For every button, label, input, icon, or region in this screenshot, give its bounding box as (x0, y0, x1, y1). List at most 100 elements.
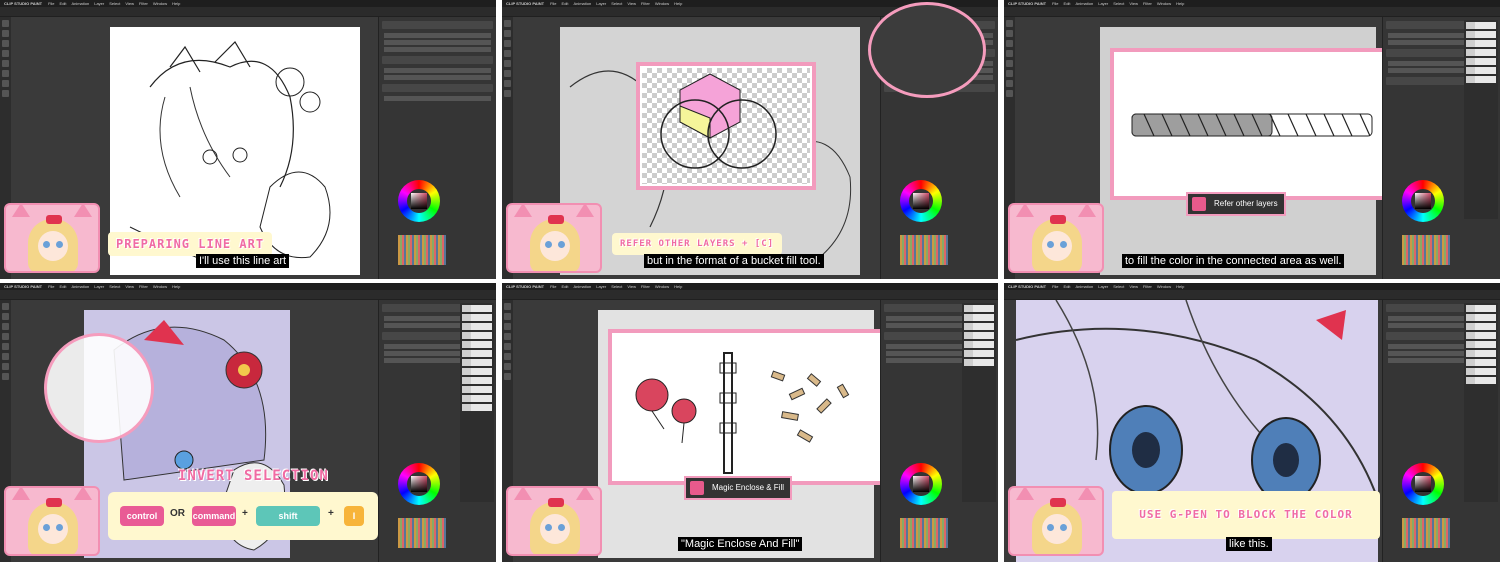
control-key: control (120, 506, 164, 526)
color-set-swatches[interactable] (1402, 235, 1450, 265)
menu-item-select[interactable]: Select (1113, 1, 1124, 6)
menu-item-file[interactable]: File (1052, 1, 1058, 6)
menu-item-animation[interactable]: Animation (1075, 284, 1093, 289)
menu-item-select[interactable]: Select (1113, 284, 1124, 289)
menu-bar[interactable]: CLIP STUDIO PAINT File Edit Animation Layer S… (0, 283, 496, 290)
menu-item-filter[interactable]: Filter (139, 284, 148, 289)
command-bar[interactable] (502, 290, 998, 300)
menu-item-file[interactable]: File (48, 284, 54, 289)
panel-gpen-block-color: CLIP STUDIO PAINT File Edit Animation Layer S… (1004, 283, 1500, 562)
menu-item-window[interactable]: Window (153, 284, 167, 289)
menu-item-filter[interactable]: Filter (139, 1, 148, 6)
menu-item-edit[interactable]: Edit (60, 284, 67, 289)
menu-item-edit[interactable]: Edit (562, 1, 569, 6)
menu-item-view[interactable]: View (1129, 1, 1138, 6)
layer-list[interactable] (1464, 303, 1498, 502)
menu-item-edit[interactable]: Edit (1064, 1, 1071, 6)
menu-item-window[interactable]: Window (655, 284, 669, 289)
menu-item-animation[interactable]: Animation (1075, 1, 1093, 6)
menu-bar[interactable]: CLIP STUDIO PAINT File Edit Animation Layer S… (0, 0, 496, 7)
menu-item-view[interactable]: View (125, 284, 134, 289)
step-banner: INVERT SELECTION (178, 468, 329, 484)
streamer-avatar (506, 203, 602, 273)
menu-item-layer[interactable]: Layer (1098, 284, 1108, 289)
subtitle: like this. (1226, 537, 1272, 551)
menu-item-help[interactable]: Help (172, 284, 180, 289)
menu-item-select[interactable]: Select (109, 284, 120, 289)
menu-item-select[interactable]: Select (611, 284, 622, 289)
color-wheel[interactable] (900, 180, 942, 222)
menu-item-layer[interactable]: Layer (1098, 1, 1108, 6)
color-wheel[interactable] (1402, 180, 1444, 222)
menu-item-select[interactable]: Select (611, 1, 622, 6)
rope-diagram (1131, 113, 1373, 137)
menu-item-help[interactable]: Help (1176, 284, 1184, 289)
menu-item-edit[interactable]: Edit (60, 1, 67, 6)
menu-item-edit[interactable]: Edit (562, 284, 569, 289)
app-name: CLIP STUDIO PAINT (4, 1, 43, 6)
menu-item-animation[interactable]: Animation (573, 284, 591, 289)
subtitle: to fill the color in the connected area … (1122, 254, 1345, 268)
color-set-swatches[interactable] (398, 235, 446, 265)
panel-magic-enclose: CLIP STUDIO PAINT File Edit Animation Layer S… (502, 283, 998, 562)
menu-bar[interactable]: CLIP STUDIO PAINT File Edit Animation Layer S… (502, 283, 998, 290)
or-separator: OR (170, 508, 185, 519)
command-bar[interactable] (1004, 7, 1500, 17)
command-bar[interactable] (0, 7, 496, 17)
menu-item-file[interactable]: File (550, 284, 556, 289)
menu-item-view[interactable]: View (125, 1, 134, 6)
command-bar[interactable] (1004, 290, 1500, 300)
menu-item-view[interactable]: View (1129, 284, 1138, 289)
menu-item-window[interactable]: Window (655, 1, 669, 6)
color-set-swatches[interactable] (900, 235, 948, 265)
menu-item-view[interactable]: View (627, 1, 636, 6)
menu-item-select[interactable]: Select (109, 1, 120, 6)
menu-item-filter[interactable]: Filter (641, 1, 650, 6)
menu-item-help[interactable]: Help (674, 284, 682, 289)
i-key: I (344, 506, 364, 526)
app-name: CLIP STUDIO PAINT (4, 284, 43, 289)
feature-label: Magic Enclose & Fill (684, 476, 793, 500)
menu-item-edit[interactable]: Edit (1064, 284, 1071, 289)
color-set-swatches[interactable] (900, 518, 948, 548)
step-banner: REFER OTHER LAYERS + [C] (612, 233, 783, 255)
panel-connected-area: CLIP STUDIO PAINT File Edit Animation Layer S… (1004, 0, 1500, 279)
refer-layers-icon (1192, 197, 1206, 211)
menu-bar[interactable]: CLIP STUDIO PAINT File Edit Animation Layer S… (1004, 283, 1500, 290)
color-set-swatches[interactable] (398, 518, 446, 548)
magic-enclose-icon (690, 481, 704, 495)
menu-item-animation[interactable]: Animation (573, 1, 591, 6)
menu-item-file[interactable]: File (1052, 284, 1058, 289)
color-wheel[interactable] (900, 463, 942, 505)
layer-list[interactable] (460, 303, 494, 502)
color-wheel[interactable] (398, 463, 440, 505)
color-wheel[interactable] (1402, 463, 1444, 505)
menu-bar[interactable]: CLIP STUDIO PAINT File Edit Animation Layer S… (1004, 0, 1500, 7)
menu-item-layer[interactable]: Layer (94, 284, 104, 289)
menu-item-layer[interactable]: Layer (94, 1, 104, 6)
menu-item-view[interactable]: View (627, 284, 636, 289)
menu-item-help[interactable]: Help (1176, 1, 1184, 6)
menu-item-help[interactable]: Help (674, 1, 682, 6)
menu-item-animation[interactable]: Animation (71, 1, 89, 6)
menu-item-filter[interactable]: Filter (1143, 1, 1152, 6)
color-set-swatches[interactable] (1402, 518, 1450, 548)
menu-item-window[interactable]: Window (153, 1, 167, 6)
app-name: CLIP STUDIO PAINT (506, 284, 545, 289)
command-bar[interactable] (0, 290, 496, 300)
menu-item-file[interactable]: File (48, 1, 54, 6)
color-wheel[interactable] (398, 180, 440, 222)
layer-list[interactable] (1464, 20, 1498, 219)
menu-item-layer[interactable]: Layer (596, 1, 606, 6)
menu-item-help[interactable]: Help (172, 1, 180, 6)
menu-item-animation[interactable]: Animation (71, 284, 89, 289)
menu-item-filter[interactable]: Filter (1143, 284, 1152, 289)
layer-list[interactable] (962, 303, 996, 502)
menu-item-file[interactable]: File (550, 1, 556, 6)
step-banner: USE G-PEN TO BLOCK THE COLOR (1112, 491, 1380, 539)
menu-item-window[interactable]: Window (1157, 284, 1171, 289)
menu-item-window[interactable]: Window (1157, 1, 1171, 6)
menu-item-layer[interactable]: Layer (596, 284, 606, 289)
menu-item-filter[interactable]: Filter (641, 284, 650, 289)
tutorial-grid: CLIP STUDIO PAINT File Edit Animation Layer S… (0, 0, 1500, 562)
